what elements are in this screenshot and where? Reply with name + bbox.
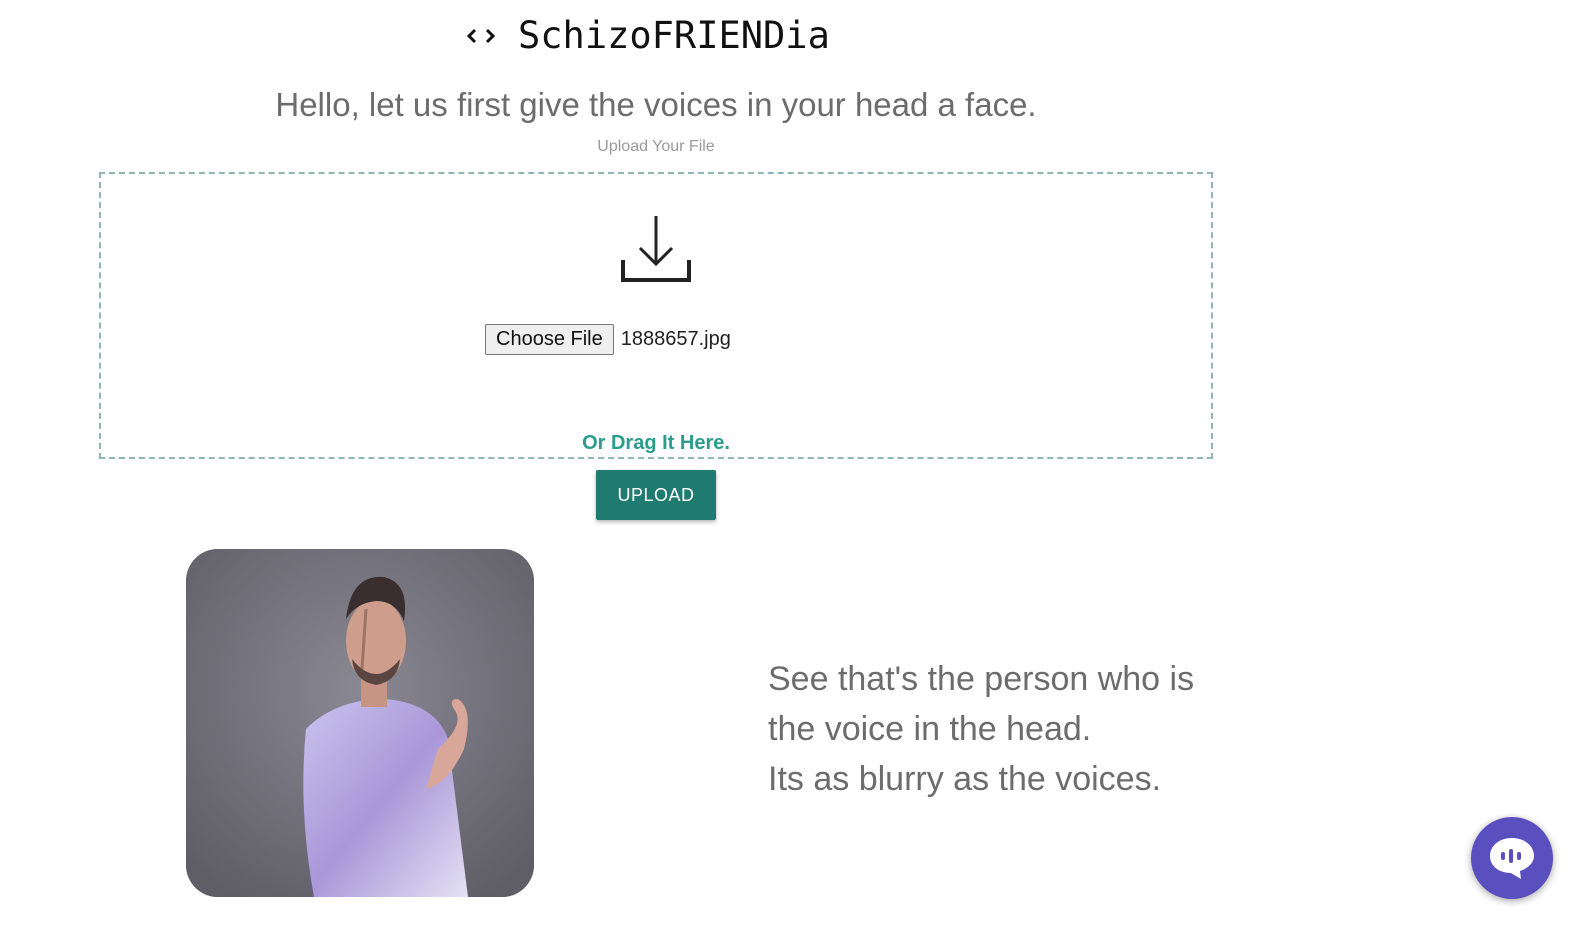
chat-launcher-button[interactable] bbox=[1471, 817, 1553, 899]
chat-bubble-icon bbox=[1490, 838, 1534, 879]
page: SchizoFRIENDia Hello, let us first give … bbox=[0, 0, 1586, 928]
header: SchizoFRIENDia bbox=[466, 14, 830, 57]
drag-hint: Or Drag It Here. bbox=[582, 432, 730, 454]
file-input-row: Choose File 1888657.jpg bbox=[485, 324, 731, 355]
person-illustration bbox=[186, 549, 534, 897]
upload-caption: Upload Your File bbox=[597, 138, 715, 155]
choose-file-button[interactable]: Choose File bbox=[485, 324, 614, 355]
upload-button[interactable]: UPLOAD bbox=[596, 470, 716, 520]
app-title: SchizoFRIENDia bbox=[518, 14, 830, 57]
file-dropzone[interactable]: Choose File 1888657.jpg Or Drag It Here. bbox=[99, 172, 1213, 459]
greeting-heading: Hello, let us first give the voices in y… bbox=[275, 86, 1037, 123]
generated-face-image bbox=[186, 549, 534, 897]
download-icon bbox=[621, 216, 691, 282]
code-brackets-icon bbox=[466, 28, 496, 43]
result-line: See that's the person who is bbox=[768, 660, 1195, 698]
result-line: Its as blurry as the voices. bbox=[768, 760, 1162, 798]
selected-file-name: 1888657.jpg bbox=[620, 328, 731, 350]
result-description: See that's the person who is the voice i… bbox=[768, 654, 1228, 804]
result-line: the voice in the head. bbox=[768, 710, 1092, 748]
